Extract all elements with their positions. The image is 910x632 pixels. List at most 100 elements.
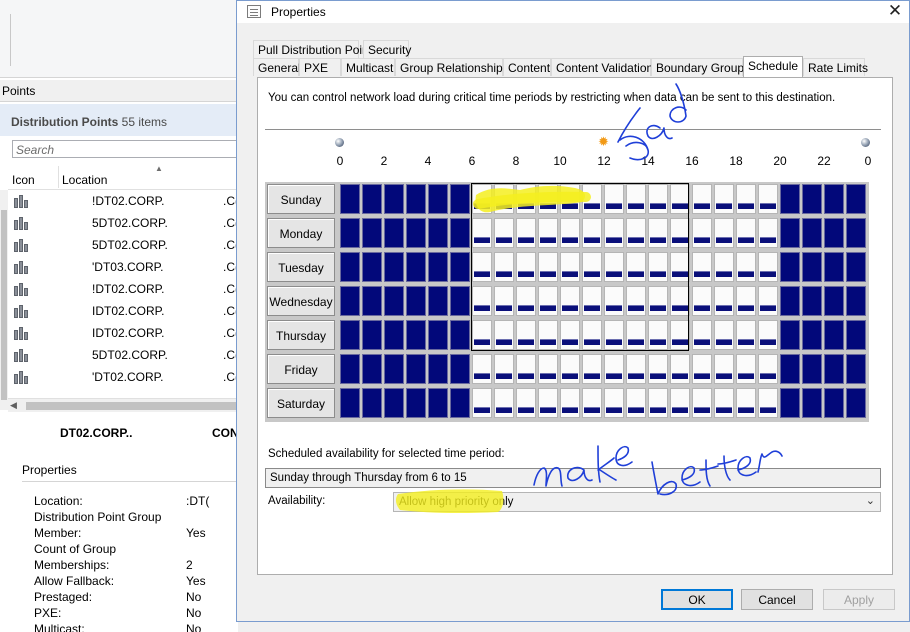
schedule-cell[interactable] <box>824 286 844 316</box>
schedule-cell[interactable] <box>692 388 712 418</box>
schedule-cell[interactable] <box>604 388 624 418</box>
day-button-tuesday[interactable]: Tuesday <box>267 252 335 282</box>
schedule-cell[interactable] <box>450 320 470 350</box>
list-item[interactable]: IDT02.CORP. .C( <box>8 300 238 322</box>
schedule-cell[interactable] <box>340 388 360 418</box>
schedule-cell[interactable] <box>846 354 866 384</box>
schedule-cell[interactable] <box>802 252 822 282</box>
schedule-cell[interactable] <box>824 218 844 248</box>
schedule-cell[interactable] <box>428 218 448 248</box>
schedule-cell[interactable] <box>780 218 800 248</box>
schedule-cell[interactable] <box>692 184 712 214</box>
schedule-cell[interactable] <box>340 320 360 350</box>
schedule-cell[interactable] <box>604 354 624 384</box>
schedule-cell[interactable] <box>362 388 382 418</box>
schedule-cell[interactable] <box>428 388 448 418</box>
tab-multicast[interactable]: Multicast <box>341 58 395 76</box>
tab-pxe[interactable]: PXE <box>299 58 341 76</box>
schedule-cell[interactable] <box>780 320 800 350</box>
schedule-cell[interactable] <box>560 354 580 384</box>
schedule-cell[interactable] <box>846 286 866 316</box>
schedule-cell[interactable] <box>714 286 734 316</box>
schedule-cell[interactable] <box>692 286 712 316</box>
schedule-cell[interactable] <box>780 184 800 214</box>
list-item[interactable]: 'DT02.CORP. .C( <box>8 366 238 388</box>
schedule-cell[interactable] <box>340 184 360 214</box>
dialog-titlebar[interactable]: Properties ✕ <box>237 1 909 23</box>
close-icon[interactable]: ✕ <box>883 1 907 23</box>
schedule-cell[interactable] <box>758 184 778 214</box>
schedule-cell[interactable] <box>846 252 866 282</box>
schedule-cell[interactable] <box>428 354 448 384</box>
list-item[interactable]: 5DT02.CORP. .C( <box>8 234 238 256</box>
apply-button[interactable]: Apply <box>823 589 895 610</box>
schedule-cell[interactable] <box>428 320 448 350</box>
schedule-cell[interactable] <box>406 218 426 248</box>
schedule-cell[interactable] <box>714 320 734 350</box>
column-location[interactable]: Location <box>62 173 107 187</box>
schedule-cell[interactable] <box>362 354 382 384</box>
schedule-cell[interactable] <box>384 184 404 214</box>
schedule-cell[interactable] <box>736 286 756 316</box>
tab-group-relationships[interactable]: Group Relationships <box>395 58 509 76</box>
schedule-cell[interactable] <box>692 354 712 384</box>
schedule-cell[interactable] <box>802 184 822 214</box>
schedule-cell[interactable] <box>384 252 404 282</box>
scroll-left-icon[interactable]: ◀ <box>10 400 17 411</box>
schedule-cell[interactable] <box>846 184 866 214</box>
day-button-wednesday[interactable]: Wednesday <box>267 286 335 316</box>
schedule-cell[interactable] <box>450 252 470 282</box>
schedule-cell[interactable] <box>582 388 602 418</box>
schedule-cell[interactable] <box>780 354 800 384</box>
day-button-saturday[interactable]: Saturday <box>267 388 335 418</box>
schedule-cell[interactable] <box>670 354 690 384</box>
schedule-cell[interactable] <box>692 320 712 350</box>
tab-pull-distribution-point[interactable]: Pull Distribution Point <box>253 40 372 58</box>
schedule-cell[interactable] <box>758 388 778 418</box>
scrollbar-thumb[interactable] <box>26 402 238 410</box>
list-item[interactable]: 5DT02.CORP. .C( <box>8 212 238 234</box>
schedule-cell[interactable] <box>714 218 734 248</box>
schedule-cell[interactable] <box>472 354 492 384</box>
schedule-cell[interactable] <box>670 388 690 418</box>
schedule-cell[interactable] <box>406 286 426 316</box>
schedule-cell[interactable] <box>824 252 844 282</box>
schedule-cell[interactable] <box>384 388 404 418</box>
tab-schedule[interactable]: Schedule <box>743 56 803 77</box>
schedule-cell[interactable] <box>626 388 646 418</box>
schedule-cell[interactable] <box>736 320 756 350</box>
tab-security[interactable]: Security <box>363 40 411 58</box>
schedule-cell[interactable] <box>406 354 426 384</box>
schedule-cell[interactable] <box>340 286 360 316</box>
schedule-cell[interactable] <box>714 252 734 282</box>
tab-boundary-groups[interactable]: Boundary Groups <box>651 58 750 76</box>
tab-rate-limits[interactable]: Rate Limits <box>803 58 868 76</box>
schedule-cell[interactable] <box>846 218 866 248</box>
schedule-cell[interactable] <box>648 388 668 418</box>
chevron-down-icon[interactable]: ⌄ <box>866 494 875 507</box>
schedule-cell[interactable] <box>450 218 470 248</box>
selection-rectangle[interactable] <box>471 183 689 351</box>
schedule-cell[interactable] <box>824 320 844 350</box>
schedule-cell[interactable] <box>450 354 470 384</box>
schedule-cell[interactable] <box>780 252 800 282</box>
scrollbar-thumb[interactable] <box>1 210 7 400</box>
list-item[interactable]: !DT02.CORP. .C( <box>8 190 238 212</box>
schedule-cell[interactable] <box>450 286 470 316</box>
schedule-cell[interactable] <box>736 252 756 282</box>
schedule-cell[interactable] <box>802 218 822 248</box>
schedule-cell[interactable] <box>802 354 822 384</box>
schedule-cell[interactable] <box>406 184 426 214</box>
schedule-cell[interactable] <box>428 286 448 316</box>
day-button-thursday[interactable]: Thursday <box>267 320 335 350</box>
schedule-cell[interactable] <box>780 388 800 418</box>
list-item[interactable]: !DT02.CORP. .C( <box>8 278 238 300</box>
schedule-cell[interactable] <box>428 252 448 282</box>
schedule-cell[interactable] <box>802 286 822 316</box>
tab-content-validation[interactable]: Content Validation <box>551 58 653 76</box>
column-icon[interactable]: Icon <box>12 173 35 187</box>
schedule-cell[interactable] <box>846 388 866 418</box>
schedule-cell[interactable] <box>340 252 360 282</box>
schedule-cell[interactable] <box>714 354 734 384</box>
schedule-cell[interactable] <box>450 388 470 418</box>
